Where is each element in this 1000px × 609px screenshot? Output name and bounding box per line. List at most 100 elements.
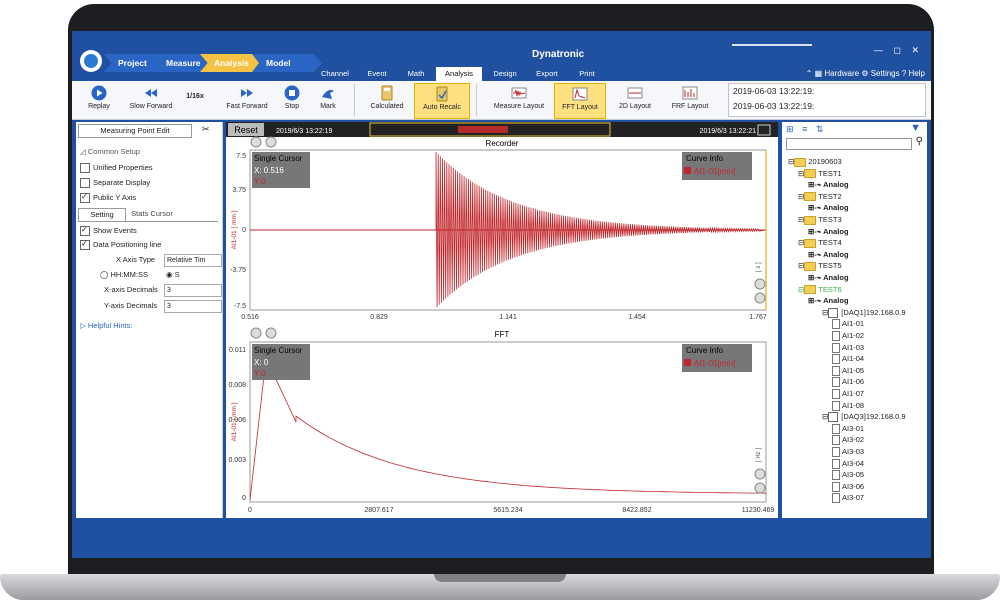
fft-curve-name: AI1-01[mm] (694, 359, 735, 368)
hhmmss-radio[interactable]: ◯ HH:MM:SS (100, 269, 148, 281)
tree-daq3[interactable]: ⊟ [DAQ3]192.168.0.9 (822, 411, 906, 423)
fast-forward-button[interactable]: Fast Forward (218, 83, 276, 117)
tree-channel[interactable]: AI3-03 (832, 446, 864, 458)
tree-test[interactable]: ⊟ TEST5 (798, 260, 842, 271)
tree-channel[interactable]: AI3-01 (832, 423, 864, 434)
hardware-menu[interactable]: Hardware (824, 69, 859, 78)
tree-daq1[interactable]: ⊟ [DAQ1]192.168.0.9 (822, 307, 906, 318)
tab-setting[interactable]: Setting (78, 208, 126, 221)
help-menu[interactable]: Help (909, 69, 925, 78)
tree-test[interactable]: ⊟ TEST1 (798, 168, 842, 179)
zoom-out-icon[interactable] (754, 482, 766, 494)
mark-button[interactable]: Mark (308, 83, 348, 117)
tree-analog-label: Analog (823, 296, 849, 306)
tree-analog-label: Analog (823, 203, 849, 213)
tree-channel[interactable]: AI1-08 (832, 400, 864, 411)
tab-math[interactable]: Math (402, 67, 430, 81)
calculated-button[interactable]: Calculated (362, 83, 412, 117)
tree-channel[interactable]: AI3-04 (832, 458, 864, 469)
recorder-chart: Recorder AI1-01 [ mm ] 7.5 3.75 0 -3.75 … (230, 136, 767, 321)
tree-channel[interactable]: AI1-07 (832, 388, 864, 400)
tree-test[interactable]: ⊟ TEST6 (798, 284, 842, 295)
tree-analog[interactable]: ⊞-⌁ Analog (808, 295, 849, 306)
tree-analog[interactable]: ⊞-⌁ Analog (808, 226, 849, 237)
recorder-xunit: [ s ] (756, 262, 762, 272)
zoom-out-icon[interactable] (265, 327, 277, 339)
x-decimals-select[interactable]: 3 (164, 284, 222, 297)
zoom-out-icon[interactable] (754, 292, 766, 304)
tree-channel[interactable]: AI1-02 (832, 330, 864, 342)
bottom-bar (72, 519, 931, 558)
breadcrumb-model[interactable]: Model (252, 54, 322, 72)
fft-cursor-x: X: 0 (254, 358, 269, 367)
zoom-out-icon[interactable] (265, 136, 277, 148)
tree-channel[interactable]: AI1-05 (832, 365, 864, 376)
2d-layout-button[interactable]: 2D Layout (610, 83, 660, 117)
zoom-in-icon[interactable] (250, 136, 262, 148)
tree-analog[interactable]: ⊞-⌁ Analog (808, 179, 849, 190)
tree-analog[interactable]: ⊞-⌁ Analog (808, 249, 849, 260)
frf-layout-button[interactable]: FRF Layout (664, 83, 716, 117)
data-positioning-line-checkbox[interactable]: Data Positioning line (80, 238, 161, 251)
list-view-icon[interactable]: ≡ (802, 124, 807, 134)
curve-color-swatch[interactable] (684, 167, 691, 174)
stop-button[interactable]: Stop (272, 83, 312, 117)
separate-display-checkbox[interactable]: Separate Display (80, 177, 150, 189)
window-controls[interactable]: — ◻ ✕ (874, 45, 923, 56)
tree-analog[interactable]: ⊞-⌁ Analog (808, 272, 849, 283)
tools-icon[interactable]: ✂ (202, 124, 210, 135)
tree-test[interactable]: ⊟ TEST4 (798, 237, 842, 248)
filter-icon[interactable]: ▼ (910, 122, 921, 134)
recorder-xtick: 0.829 (370, 314, 388, 321)
tree-test[interactable]: ⊟ TEST2 (798, 191, 842, 202)
tab-analysis[interactable]: Analysis (436, 67, 482, 81)
tree-channel-label: AI3-02 (842, 435, 865, 445)
tab-channel[interactable]: Channel (318, 67, 352, 81)
tab-design[interactable]: Design (488, 67, 522, 81)
fft-layout-button[interactable]: FFT Layout (554, 83, 606, 119)
collapse-icon[interactable]: ⌃ (806, 69, 813, 78)
s-radio[interactable]: ◉ S (166, 269, 180, 281)
tree-analog[interactable]: ⊞-⌁ Analog (808, 202, 849, 213)
separate-display-label: Separate Display (93, 178, 151, 187)
helpful-hints-section[interactable]: ▷ Helpful Hints: (80, 320, 132, 332)
tree-channel[interactable]: AI3-06 (832, 481, 864, 492)
sort-icon[interactable]: ⇅ (816, 124, 824, 134)
curve-color-swatch[interactable] (684, 359, 691, 366)
y-decimals-select[interactable]: 3 (164, 300, 222, 313)
tree-search-input[interactable] (786, 138, 912, 150)
tree-channel[interactable]: AI1-04 (832, 353, 864, 365)
common-setup-section[interactable]: ◿ Common Setup (80, 146, 140, 158)
zoom-in-icon[interactable] (754, 468, 766, 480)
settings-menu[interactable]: Settings (871, 69, 900, 78)
measure-layout-button[interactable]: Measure Layout (490, 83, 548, 117)
measuring-point-edit-button[interactable]: Measuring Point Edit (78, 124, 192, 138)
zoom-in-icon[interactable] (754, 278, 766, 290)
frf-layout-icon (682, 86, 698, 100)
x-axis-type-select[interactable]: Relative Tim (164, 254, 222, 267)
tree-test[interactable]: ⊟ TEST3 (798, 214, 842, 225)
tab-export[interactable]: Export (530, 67, 564, 81)
replay-button[interactable]: Replay (74, 83, 124, 117)
tab-event[interactable]: Event (362, 67, 392, 81)
slow-forward-button[interactable]: Slow Forward (122, 83, 180, 117)
show-events-checkbox[interactable]: Show Events (80, 224, 137, 237)
tree-channel-label: AI1-08 (842, 400, 865, 410)
tree-channel[interactable]: AI1-01 (832, 318, 864, 330)
folder-icon (804, 169, 817, 179)
search-icon[interactable]: ⚲ (916, 136, 923, 147)
tab-stats-cursor[interactable]: Stats Cursor (124, 208, 180, 220)
tree-channel[interactable]: AI1-03 (832, 342, 864, 353)
tree-channel[interactable]: AI1-06 (832, 376, 864, 388)
tree-channel[interactable]: AI3-02 (832, 434, 865, 446)
tree-channel[interactable]: AI3-05 (832, 469, 864, 481)
tree-channel[interactable]: AI3-07 (832, 492, 864, 504)
zoom-in-icon[interactable] (250, 327, 262, 339)
gear-icon: ⚙ (861, 69, 869, 78)
tree-view-icon[interactable]: ⊞ (786, 124, 794, 134)
tree-root[interactable]: ⊟ 20190603 (788, 156, 842, 167)
tab-print[interactable]: Print (572, 67, 602, 81)
unified-properties-checkbox[interactable]: Unified Properties (80, 162, 153, 174)
auto-recalc-button[interactable]: Auto Recalc (414, 83, 470, 119)
public-y-axis-checkbox[interactable]: Public Y Axis (80, 191, 136, 204)
